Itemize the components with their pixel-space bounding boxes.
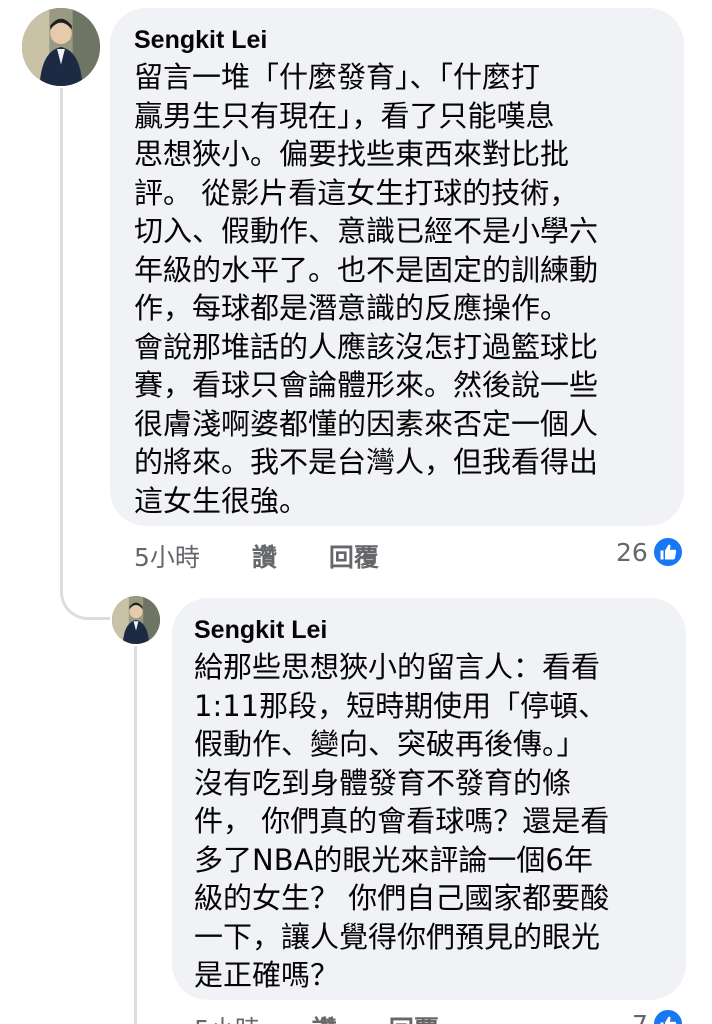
comment-line: 的將來。我不是台灣人，但我看得出 (134, 445, 599, 479)
comment-line: 評。 從影片看這女生打球的技術， (134, 175, 579, 210)
comment-line: 切入、假動作、意識已經不是小學六 (134, 214, 599, 248)
comment-line: 很膚淺啊婆都懂的因素來否定一個人 (134, 406, 599, 441)
reply-button[interactable]: 回覆 (329, 543, 379, 572)
avatar[interactable] (22, 8, 100, 86)
comment-line: 會說那堆話的人應該沒怎打過籃球比 (134, 329, 599, 364)
comment-line: 作，每球都是潛意識的反應操作。 (134, 291, 570, 325)
comment-line: 這女生很強。 (134, 483, 309, 518)
comment-timestamp[interactable]: 5小時 (134, 543, 200, 572)
like-icon (651, 536, 684, 568)
reply-line: 假動作、變向、突破再後傳。」 (194, 727, 586, 761)
comment-line: 賽，看球只會論體形來。然後說一些 (134, 368, 599, 402)
like-button[interactable]: 讚 (312, 1015, 337, 1024)
reply-line: 多了NBA的眼光來評論一個6年 (194, 842, 593, 877)
profile-photo-icon (112, 596, 160, 644)
reply-button[interactable]: 回覆 (389, 1015, 439, 1024)
reaction-summary[interactable]: 7 (632, 1008, 684, 1024)
reply-timestamp[interactable]: 5小時 (194, 1015, 260, 1024)
profile-photo-icon (22, 8, 100, 86)
reply-text: 給那些思想狹小的留言人：看看 1:11那段，短時期使用「停頓、 假動作、變向、突… (194, 648, 674, 995)
reply-line: 級的女生？ 你們自己國家都要酸 (194, 881, 610, 915)
comment-line: 思想狹小。偏要找些東西來對比批 (134, 137, 570, 171)
avatar[interactable] (112, 596, 160, 644)
comment-author[interactable]: Sengkit Lei (134, 26, 267, 55)
reaction-count: 7 (632, 1009, 648, 1024)
reply-line: 是正確嗎？ (194, 958, 340, 992)
like-button[interactable]: 讚 (252, 543, 277, 572)
reply-meta: 5小時 讚 回覆 (194, 1010, 439, 1024)
comment-line: 留言一堆「什麼發育」、「什麼打 (134, 60, 541, 94)
reply-line: 沒有吃到身體發育不發育的條 (194, 765, 572, 800)
comment-text: 留言一堆「什麼發育」、「什麼打 贏男生只有現在」，看了只能嘆息 思想狹小。偏要找… (134, 58, 670, 520)
comment-line: 年級的水平了。也不是固定的訓練動 (134, 252, 599, 287)
reply-line: 件， 你們真的會看球嗎？還是看 (194, 804, 610, 838)
reply-line: 1:11那段，短時期使用「停頓、 (194, 688, 608, 723)
reaction-count: 26 (616, 537, 648, 567)
thread-line-vertical (60, 88, 63, 588)
reply-line: 給那些思想狹小的留言人：看看 (194, 650, 601, 684)
reaction-summary[interactable]: 26 (616, 536, 684, 568)
thread-line-curve (60, 588, 110, 620)
reply-author[interactable]: Sengkit Lei (194, 616, 327, 645)
like-icon (651, 1008, 684, 1024)
reply-thread-line (134, 646, 137, 1024)
reply-line: 一下，讓人覺得你們預見的眼光 (194, 919, 601, 954)
comment-line: 贏男生只有現在」，看了只能嘆息 (134, 98, 555, 133)
comment-meta: 5小時 讚 回覆 (134, 538, 379, 574)
